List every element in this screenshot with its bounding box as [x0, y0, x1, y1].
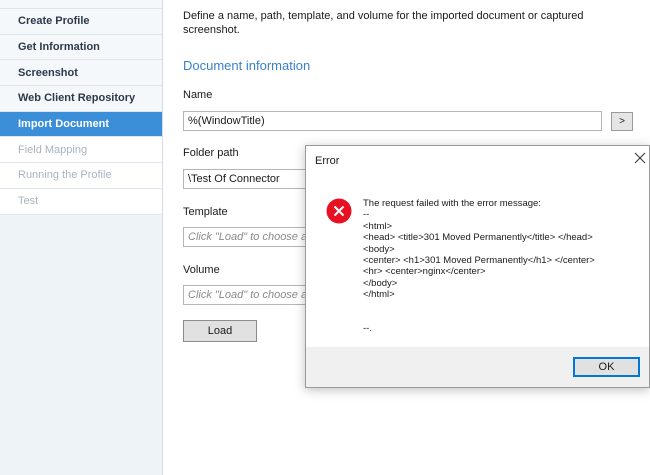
- sidebar: Create Profile Get Information Screensho…: [0, 0, 163, 475]
- folder-path-label: Folder path: [183, 147, 239, 159]
- close-icon[interactable]: [633, 151, 647, 165]
- sidebar-item-screenshot[interactable]: Screenshot: [0, 60, 162, 87]
- dialog-message: The request failed with the error messag…: [363, 198, 595, 334]
- message-line: <hr> <center>nginx</center>: [363, 266, 486, 278]
- error-icon: [326, 198, 352, 224]
- browse-button[interactable]: >: [611, 112, 633, 131]
- sidebar-item-running-the-profile: Running the Profile: [0, 163, 162, 189]
- dialog-title: Error: [315, 155, 340, 167]
- message-line: The request failed with the error messag…: [363, 198, 541, 209]
- sidebar-item-create-profile[interactable]: Create Profile: [0, 9, 162, 35]
- message-line: </html>: [363, 289, 395, 301]
- dialog-footer: OK: [306, 347, 649, 387]
- message-line: </body>: [363, 277, 398, 289]
- name-field[interactable]: %(WindowTitle): [183, 111, 602, 131]
- intro-text: Define a name, path, template, and volum…: [183, 10, 584, 36]
- error-dialog: Error The request failed with the error …: [305, 145, 650, 388]
- sidebar-top-spacer: [0, 0, 162, 9]
- name-label: Name: [183, 89, 213, 101]
- sidebar-item-test: Test: [0, 188, 162, 215]
- template-field[interactable]: Click "Load" to choose a: [183, 227, 323, 247]
- sidebar-item-get-information[interactable]: Get Information: [0, 34, 162, 61]
- ok-button[interactable]: OK: [573, 357, 640, 377]
- sidebar-item-web-client-repository[interactable]: Web Client Repository: [0, 86, 162, 112]
- message-line: <html>: [363, 220, 393, 232]
- volume-field[interactable]: Click "Load" to choose a: [183, 285, 323, 305]
- section-title: Document information: [183, 58, 311, 73]
- message-line: --: [363, 209, 370, 221]
- message-line: <center> <h1>301 Moved Permanently</h1> …: [363, 255, 595, 267]
- sidebar-item-field-mapping: Field Mapping: [0, 137, 162, 164]
- volume-label: Volume: [183, 264, 220, 276]
- template-label: Template: [183, 206, 228, 218]
- folder-path-field[interactable]: \Test Of Connector: [183, 169, 323, 189]
- message-line: <body>: [363, 243, 395, 255]
- load-button[interactable]: Load: [183, 320, 257, 342]
- message-line: --.: [363, 323, 372, 335]
- message-line: [363, 301, 595, 312]
- message-line: <head> <title>301 Moved Permanently</tit…: [363, 232, 593, 244]
- sidebar-item-import-document[interactable]: Import Document: [0, 111, 162, 138]
